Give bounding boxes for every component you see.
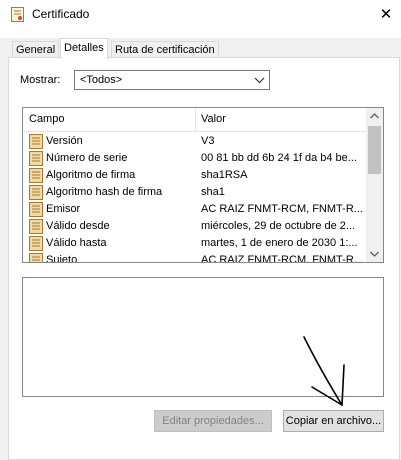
field-value: 00 81 bb dd 6b 24 1f da b4 be... (201, 152, 357, 164)
field-name: Válido desde (46, 220, 110, 232)
field-name: Emisor (46, 203, 81, 215)
field-cell: Número de serie (29, 150, 197, 167)
field-name: Sujeto (46, 254, 78, 263)
field-document-icon (29, 253, 43, 262)
list-item[interactable]: Emisor AC RAIZ FNMT-RCM, FNMT-R... (23, 201, 367, 218)
list-item[interactable]: Versión V3 (23, 133, 367, 150)
tab-certification-path[interactable]: Ruta de certificación (111, 41, 219, 58)
field-name: Válido hasta (46, 237, 107, 249)
field-value: AC RAIZ FNMT-RCM, FNMT-R... (201, 203, 363, 215)
tab-details[interactable]: Detalles (60, 38, 108, 59)
field-cell: Versión (29, 133, 197, 150)
hand-drawn-arrow-icon (303, 336, 345, 406)
scroll-up-arrow-icon[interactable] (366, 108, 383, 125)
vertical-scrollbar[interactable] (366, 108, 383, 262)
scrollbar-thumb[interactable] (368, 126, 381, 174)
field-value: AC RAIZ FNMT-RCM, FNMT-R... (201, 254, 363, 263)
field-document-icon (29, 134, 43, 149)
chevron-down-icon (254, 77, 265, 84)
edit-properties-button[interactable]: Editar propiedades... (154, 410, 272, 432)
column-header-value[interactable]: Valor (195, 108, 361, 131)
field-cell: Válido desde (29, 218, 197, 235)
close-button[interactable]: ✕ (371, 0, 401, 30)
list-item[interactable]: Número de serie 00 81 bb dd 6b 24 1f da … (23, 150, 367, 167)
field-document-icon (29, 168, 43, 183)
column-header-field[interactable]: Campo (23, 108, 199, 131)
field-name: Algoritmo de firma (46, 169, 136, 181)
window-title: Certificado (32, 7, 90, 21)
field-value: sha1 (201, 186, 225, 198)
show-dropdown-value: <Todos> (80, 74, 123, 86)
list-header: Campo Valor (23, 108, 367, 132)
field-value: sha1RSA (201, 169, 248, 181)
field-value: martes, 1 de enero de 2030 1:... (201, 237, 358, 249)
list-item[interactable]: Algoritmo hash de firma sha1 (23, 184, 367, 201)
field-cell: Algoritmo hash de firma (29, 184, 197, 201)
field-cell: Algoritmo de firma (29, 167, 197, 184)
show-label: Mostrar: (20, 74, 61, 86)
field-name: Algoritmo hash de firma (46, 186, 163, 198)
field-document-icon (29, 185, 43, 200)
field-document-icon (29, 236, 43, 251)
field-cell: Válido hasta (29, 235, 197, 252)
tab-strip: General Detalles Ruta de certificación (0, 38, 401, 59)
list-item[interactable]: Algoritmo de firma sha1RSA (23, 167, 367, 184)
field-document-icon (29, 219, 43, 234)
field-value: V3 (201, 135, 215, 147)
copy-to-file-button[interactable]: Copiar en archivo... (283, 410, 384, 432)
title-bar: Certificado ✕ (0, 0, 401, 30)
list-item[interactable]: Válido hasta martes, 1 de enero de 2030 … (23, 235, 367, 252)
field-document-icon (29, 151, 43, 166)
field-value: miércoles, 29 de octubre de 2... (201, 220, 356, 232)
list-item[interactable]: Válido desde miércoles, 29 de octubre de… (23, 218, 367, 235)
close-icon: ✕ (379, 6, 393, 23)
field-cell: Emisor (29, 201, 197, 218)
field-name: Número de serie (46, 152, 128, 164)
show-dropdown[interactable]: <Todos> (74, 70, 270, 90)
list-item[interactable]: Sujeto AC RAIZ FNMT-RCM, FNMT-R... (23, 252, 367, 263)
tab-general[interactable]: General (12, 41, 60, 58)
certificate-icon (11, 7, 24, 22)
field-document-icon (29, 202, 43, 217)
fields-list[interactable]: Campo Valor Versión V3 Número de serie 0… (22, 107, 384, 263)
field-cell: Sujeto (29, 252, 197, 263)
field-name: Versión (46, 135, 83, 147)
scroll-down-arrow-icon[interactable] (366, 245, 383, 262)
